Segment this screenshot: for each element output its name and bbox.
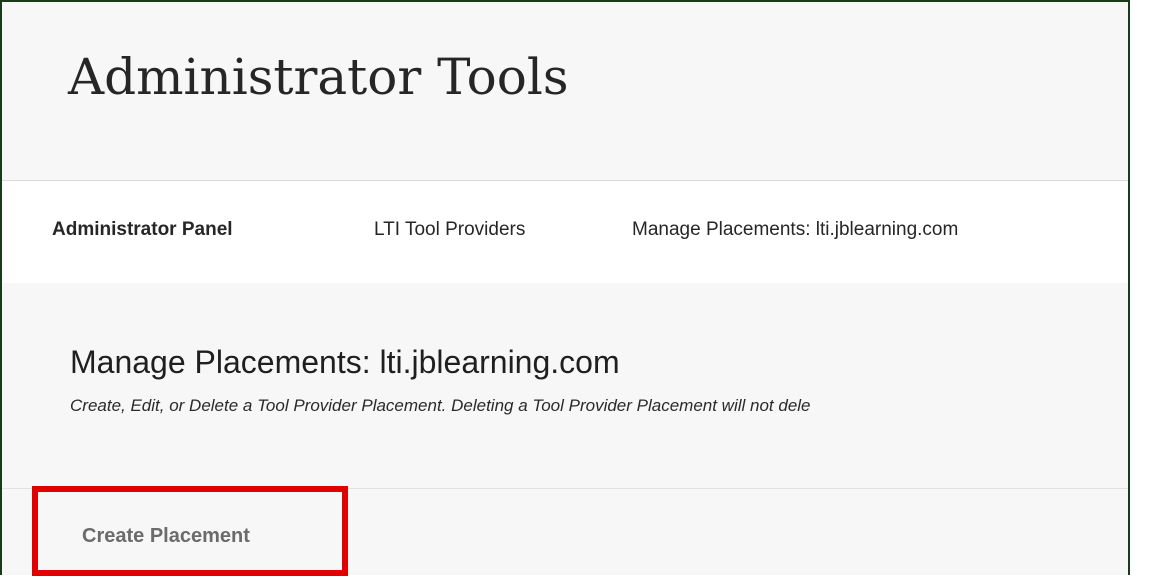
- section-description: Create, Edit, or Delete a Tool Provider …: [70, 396, 811, 415]
- title-area: Administrator Tools: [2, 2, 1128, 180]
- action-bar: Create Placement: [2, 489, 1128, 575]
- section-title: Manage Placements: lti.jblearning.com: [70, 344, 620, 380]
- breadcrumb-administrator-panel[interactable]: Administrator Panel: [52, 217, 233, 243]
- browser-frame: Administrator Tools Administrator Panel …: [0, 0, 1130, 575]
- breadcrumb: Administrator Panel LTI Tool Providers M…: [2, 180, 1128, 284]
- create-placement-button[interactable]: Create Placement: [82, 522, 250, 550]
- breadcrumb-manage-placements: Manage Placements: lti.jblearning.com: [632, 219, 959, 240]
- breadcrumb-lti-tool-providers[interactable]: LTI Tool Providers: [374, 217, 525, 243]
- page-title: Administrator Tools: [68, 48, 569, 106]
- main-content: Manage Placements: lti.jblearning.com Cr…: [2, 283, 1128, 575]
